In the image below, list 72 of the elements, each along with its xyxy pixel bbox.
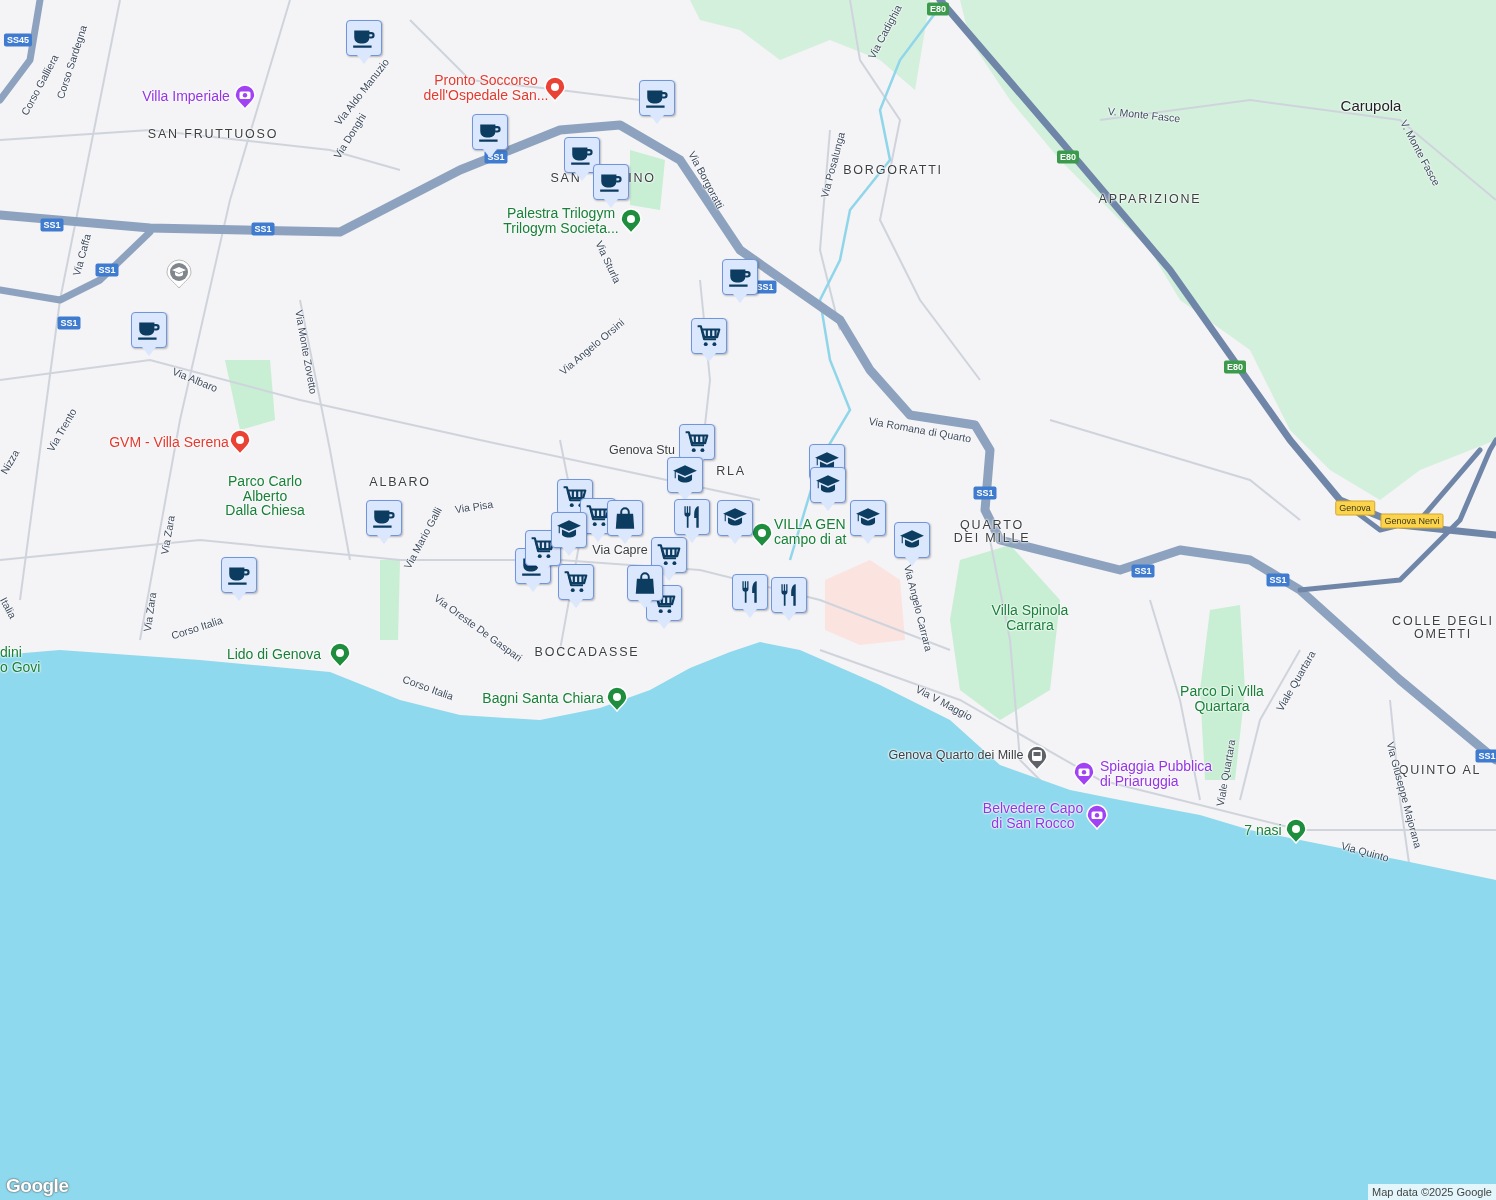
map-label: BORGORATTI — [843, 164, 943, 178]
road-shield: SS45 — [4, 33, 32, 47]
shopping-cart-icon — [656, 542, 682, 568]
map-label: V. Monte Fasce — [1107, 105, 1181, 125]
map-label: SAN FRUTTUOSO — [147, 128, 279, 142]
shopping-cart-icon — [562, 484, 588, 510]
map-label: BOCCADASSE — [534, 646, 640, 660]
map-label: Genova Stu — [609, 444, 675, 458]
map-label: RLA — [716, 465, 746, 479]
road-shield: SS1 — [251, 222, 275, 236]
location-pin-icon[interactable] — [329, 642, 351, 668]
map-label: Spiaggia Pubblica di Priaruggia — [1100, 759, 1213, 789]
location-pin-icon[interactable] — [751, 522, 773, 548]
road-shield: Genova — [1335, 500, 1375, 516]
location-pin-icon[interactable] — [606, 686, 628, 712]
map-label: Via Monte Zovetto — [293, 309, 319, 395]
map-label: Corso Italia — [401, 673, 455, 703]
map-label: Carupola — [1340, 98, 1402, 114]
map-label: COLLE DEGLI OMETTI — [1392, 614, 1494, 642]
location-pin-icon[interactable] — [1073, 761, 1095, 787]
shopping-cart-icon — [696, 323, 722, 349]
map-label: Via Pisa — [454, 498, 494, 516]
road-shield: SS1 — [973, 486, 997, 500]
location-pin-icon[interactable] — [1285, 818, 1307, 844]
map-label: GVM - Villa Serena — [109, 434, 229, 450]
map-label: Via Zara — [141, 591, 159, 633]
road-shield: E80 — [1224, 360, 1246, 374]
map-label: Parco Carlo Alberto Dalla Chiesa — [225, 473, 305, 519]
map-label: Via Quinto — [1340, 840, 1390, 864]
map-label: Via Sturla — [593, 239, 623, 285]
map-label: dini o Govi — [0, 645, 41, 675]
road-shield: SS1 — [57, 316, 81, 330]
map-attribution[interactable]: Map data ©2025 Google — [1367, 1184, 1496, 1200]
map-label: Belvedere Capo di San Rocco — [982, 801, 1084, 831]
map-label: VILLA GEN campo di at — [774, 517, 847, 547]
map-label: Via Albaro — [170, 365, 220, 395]
map-label: Viale Quartara — [1214, 738, 1238, 808]
map-label: Via Zara — [159, 514, 177, 556]
location-pin-icon[interactable] — [1026, 745, 1048, 771]
map-label: 7 nasi — [1244, 822, 1282, 838]
map-label: Parco Di Villa Quartara — [1180, 684, 1264, 714]
location-pin-icon[interactable] — [234, 84, 256, 110]
map-label: Pronto Soccorso dell'Ospedale San... — [423, 73, 549, 103]
map-label: Italia — [0, 595, 19, 621]
location-pin-icon[interactable] — [229, 429, 251, 455]
map-label: Via Angelo Carrara — [901, 563, 935, 653]
map-label: Villa Imperiale — [142, 88, 230, 104]
map-label: Lido di Genova — [226, 646, 322, 662]
map-label: Via Caffa — [71, 232, 93, 278]
road-shield: SS1 — [1475, 749, 1496, 763]
school-pin-icon[interactable] — [166, 259, 192, 289]
road-shield: SS1 — [1131, 564, 1155, 578]
road-shield: SS1 — [95, 263, 119, 277]
map-label: Via Capre — [592, 544, 648, 558]
map-label: SAN — [550, 172, 582, 186]
shopping-cart-icon — [684, 429, 710, 455]
map-label: Corso Italia — [170, 614, 224, 642]
map-label: V. Monte Fasce — [1398, 118, 1442, 188]
map-label: Villa Spinola Carrara — [991, 603, 1069, 633]
road-shield: E80 — [927, 2, 949, 16]
map-label: Via Romana di Quarto — [868, 415, 972, 445]
road-shield: Genova Nervi — [1380, 513, 1444, 529]
map-label: Bagni Santa Chiara — [482, 690, 604, 706]
location-pin-icon[interactable] — [620, 208, 642, 234]
road-shield: SS1 — [1266, 573, 1290, 587]
road-shield: E80 — [1057, 150, 1079, 164]
location-pin-icon[interactable] — [1086, 804, 1108, 830]
map-label: ALBARO — [369, 476, 431, 490]
map-label: Palestra Trilogym Trilogym Societa... — [503, 206, 619, 236]
shopping-cart-icon — [563, 569, 589, 595]
road-shield: SS1 — [40, 218, 64, 232]
map-label: INO — [628, 172, 656, 186]
